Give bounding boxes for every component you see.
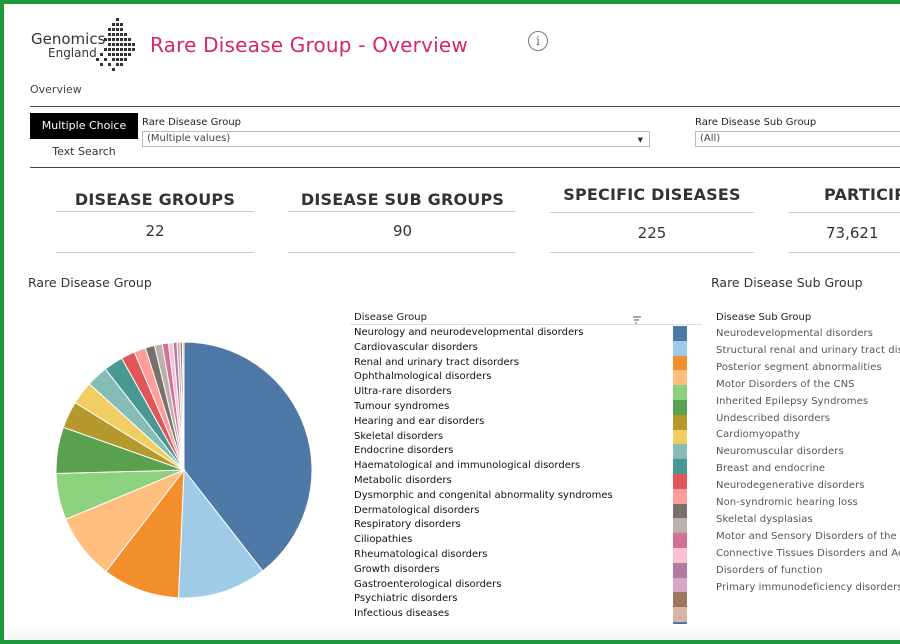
multiple-choice-button[interactable]: Multiple Choice	[30, 113, 138, 139]
kpi-specific-diseases-value: 225	[637, 224, 667, 242]
disease-group-legend-header: Disease Group	[354, 312, 427, 323]
disease-group-legend-item[interactable]: Infectious diseases	[354, 608, 449, 619]
disease-group-legend-item[interactable]: Hearing and ear disorders	[354, 416, 484, 427]
legend-color-swatch[interactable]	[673, 503, 687, 519]
rare-disease-group-pie-chart[interactable]	[54, 340, 324, 610]
disease-group-legend-item[interactable]: Renal and urinary tract disorders	[354, 357, 519, 368]
disease-sub-group-list-item[interactable]: Skeletal dysplasias	[716, 514, 813, 525]
genomics-england-logo-icon	[96, 18, 135, 71]
kpi-disease-groups-value: 22	[145, 222, 165, 240]
tab-overview[interactable]: Overview	[30, 83, 82, 96]
rare-disease-sub-group-select-value: (All)	[700, 133, 721, 144]
legend-color-swatch[interactable]	[673, 414, 687, 430]
rare-disease-sub-group-select[interactable]: (All)	[695, 131, 900, 147]
disease-sub-group-list-item[interactable]: Non-syndromic hearing loss	[716, 497, 858, 508]
legend-color-swatch[interactable]	[673, 355, 687, 371]
legend-color-swatch[interactable]	[673, 533, 687, 549]
legend-color-swatch[interactable]	[673, 340, 687, 356]
divider	[30, 167, 900, 168]
legend-color-swatch[interactable]	[673, 326, 687, 341]
bottom-shadow	[8, 624, 900, 640]
kpi-divider	[56, 211, 254, 212]
disease-group-legend-item[interactable]: Metabolic disorders	[354, 475, 452, 486]
disease-group-legend-item[interactable]: Neurology and neurodevelopmental disorde…	[354, 327, 583, 338]
rare-disease-group-select[interactable]: (Multiple values) ▼	[142, 131, 650, 147]
legend-color-swatch[interactable]	[673, 518, 687, 534]
disease-group-legend-item[interactable]: Growth disorders	[354, 564, 440, 575]
disease-group-legend-item[interactable]: Ciliopathies	[354, 534, 412, 545]
legend-header-divider	[350, 324, 702, 325]
disease-sub-group-list-item[interactable]: Motor Disorders of the CNS	[716, 379, 855, 390]
disease-group-legend-item[interactable]: Dermatological disorders	[354, 505, 480, 516]
sort-icon[interactable]	[632, 310, 642, 324]
kpi-specific-diseases-label: SPECIFIC DISEASES	[563, 185, 741, 204]
text-search-button[interactable]: Text Search	[30, 142, 138, 162]
kpi-disease-groups-label: DISEASE GROUPS	[74, 190, 236, 209]
kpi-participants-value: 73,621	[826, 224, 879, 242]
kpi-divider	[550, 252, 754, 253]
rare-disease-group-select-value: (Multiple values)	[147, 133, 231, 144]
legend-color-swatch[interactable]	[673, 592, 687, 608]
dashboard-frame: Genomics England Rare Disease Group - Ov…	[0, 0, 900, 644]
disease-group-legend-item[interactable]: Skeletal disorders	[354, 431, 443, 442]
legend-color-swatch[interactable]	[673, 370, 687, 386]
disease-group-legend-item[interactable]: Cardiovascular disorders	[354, 342, 478, 353]
chevron-down-icon: ▼	[637, 136, 643, 144]
kpi-divider	[788, 212, 900, 213]
disease-sub-group-list-item[interactable]: Posterior segment abnormalities	[716, 362, 882, 373]
disease-group-legend-item[interactable]: Ophthalmological disorders	[354, 371, 491, 382]
legend-color-swatch[interactable]	[673, 548, 687, 563]
legend-color-swatch[interactable]	[673, 444, 687, 460]
kpi-divider	[788, 252, 900, 253]
kpi-divider	[288, 252, 516, 253]
kpi-divider	[550, 212, 754, 213]
disease-sub-group-list-item[interactable]: Neuromuscular disorders	[716, 446, 844, 457]
disease-sub-group-list-item[interactable]: Cardiomyopathy	[716, 429, 800, 440]
info-icon[interactable]: i	[528, 31, 548, 51]
rare-disease-group-filter-label: Rare Disease Group	[142, 117, 242, 128]
page-title: Rare Disease Group - Overview	[150, 33, 468, 57]
disease-sub-group-list-item[interactable]: Inherited Epilepsy Syndromes	[716, 396, 868, 407]
disease-sub-group-list-item[interactable]: Breast and endocrine	[716, 463, 825, 474]
legend-color-swatch[interactable]	[673, 607, 687, 623]
legend-color-swatch[interactable]	[673, 488, 687, 504]
rare-disease-sub-group-filter-label: Rare Disease Sub Group	[695, 117, 817, 128]
kpi-divider	[288, 211, 516, 212]
disease-group-legend-item[interactable]: Respiratory disorders	[354, 519, 461, 530]
disease-group-legend-item[interactable]: Dysmorphic and congenital abnormality sy…	[354, 490, 613, 501]
disease-sub-group-list-item[interactable]: Neurodegenerative disorders	[716, 480, 865, 491]
kpi-participants-label: PARTICIPA	[824, 185, 900, 204]
legend-color-swatch[interactable]	[673, 429, 687, 445]
legend-color-swatch[interactable]	[673, 459, 687, 475]
disease-group-legend-item[interactable]: Rheumatological disorders	[354, 549, 488, 560]
disease-sub-group-list-item[interactable]: Connective Tissues Disorders and Aorto	[716, 548, 900, 559]
disease-group-legend-item[interactable]: Tumour syndromes	[354, 401, 449, 412]
kpi-disease-sub-groups-label: DISEASE SUB GROUPS	[300, 190, 505, 209]
disease-group-legend-item[interactable]: Psychiatric disorders	[354, 593, 457, 604]
disease-sub-group-list-item[interactable]: Motor and Sensory Disorders of the PNS	[716, 531, 900, 542]
disease-sub-group-legend-header: Disease Sub Group	[716, 312, 812, 323]
disease-group-legend-item[interactable]: Endocrine disorders	[354, 445, 453, 456]
disease-group-legend-item[interactable]: Gastroenterological disorders	[354, 579, 501, 590]
legend-color-swatch[interactable]	[673, 562, 687, 578]
legend-color-swatch[interactable]	[673, 385, 687, 401]
legend-color-swatch[interactable]	[673, 474, 687, 489]
legend-color-swatch[interactable]	[673, 400, 687, 415]
kpi-disease-sub-groups-value: 90	[392, 222, 413, 240]
kpi-divider	[56, 252, 254, 253]
disease-sub-group-list-item[interactable]: Undescribed disorders	[716, 413, 830, 424]
disease-sub-group-list-item[interactable]: Neurodevelopmental disorders	[716, 328, 873, 339]
disease-sub-group-list-item[interactable]: Structural renal and urinary tract disea…	[716, 345, 900, 356]
disease-group-legend-item[interactable]: Haematological and immunological disorde…	[354, 460, 580, 471]
legend-color-swatch[interactable]	[673, 577, 687, 593]
disease-sub-group-list-item[interactable]: Disorders of function	[716, 565, 823, 576]
rare-disease-sub-group-title: Rare Disease Sub Group	[711, 275, 863, 290]
divider	[30, 106, 900, 107]
disease-sub-group-list-item[interactable]: Primary immunodeficiency disorders	[716, 582, 900, 593]
disease-group-legend-item[interactable]: Ultra-rare disorders	[354, 386, 452, 397]
rare-disease-group-title: Rare Disease Group	[28, 275, 152, 290]
